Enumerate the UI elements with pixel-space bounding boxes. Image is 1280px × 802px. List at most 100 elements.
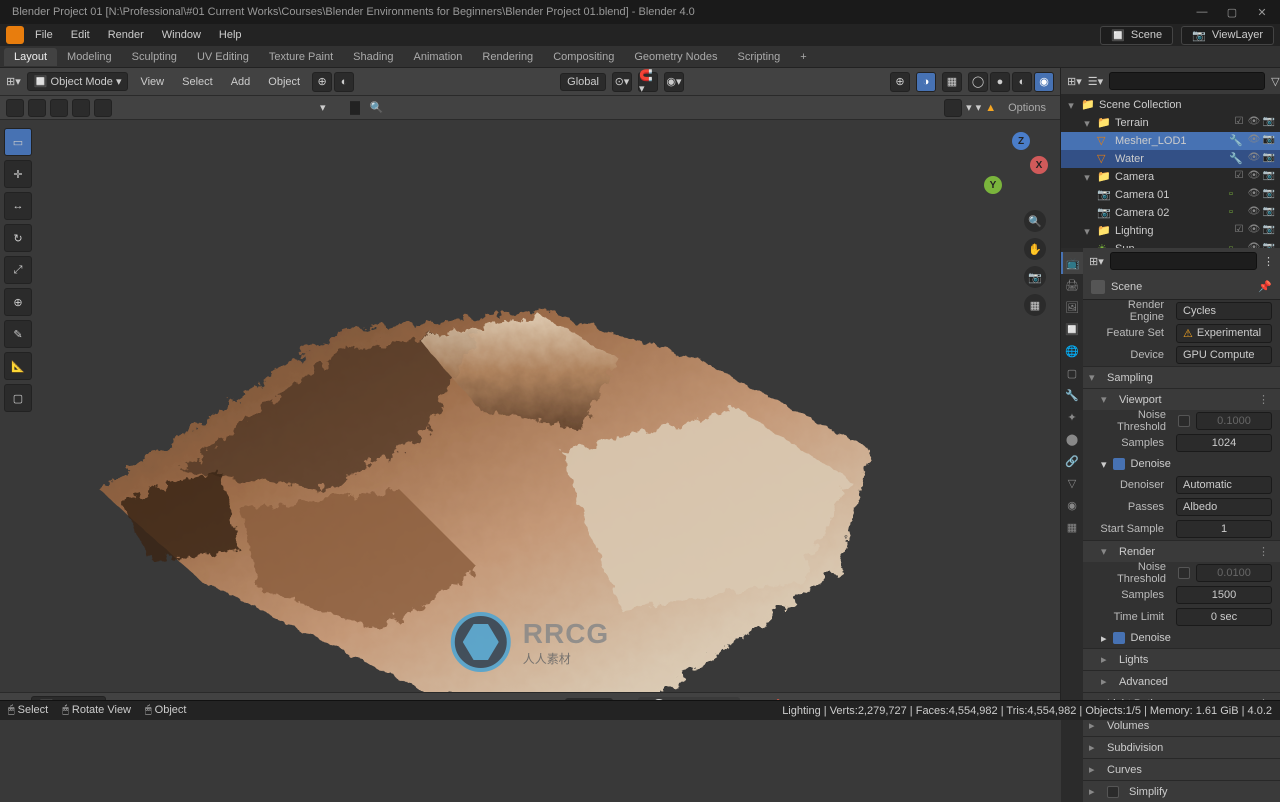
ptab-world[interactable]: 🌐 <box>1061 340 1083 362</box>
panel-opts-icon[interactable]: ⋮ <box>1258 545 1274 558</box>
r-noise-check[interactable] <box>1178 567 1190 579</box>
axis-x[interactable]: X <box>1030 156 1048 174</box>
panel-vp-denoise[interactable]: ▾Denoise <box>1083 454 1280 474</box>
ptab-particles[interactable]: ✦ <box>1061 406 1083 428</box>
options-dropdown[interactable]: Options <box>1000 100 1054 116</box>
axis-z[interactable]: Z <box>1012 132 1030 150</box>
scene-selector[interactable]: 🔲Scene <box>1100 26 1173 45</box>
ptab-texture[interactable]: ▦ <box>1061 516 1083 538</box>
panel-advanced[interactable]: ▸Advanced <box>1083 670 1280 692</box>
tab-compositing[interactable]: Compositing <box>543 48 624 66</box>
mode-select[interactable]: 🔲 Object Mode ▾ <box>27 72 129 91</box>
tool-move[interactable]: ↔ <box>4 192 32 220</box>
overlay-toggle-icon[interactable]: ◑ <box>916 72 936 92</box>
nav-camera-icon[interactable]: 📷 <box>1024 266 1046 288</box>
panel-r-denoise[interactable]: ▸Denoise <box>1083 628 1280 648</box>
outliner-mode-icon[interactable]: ☰▾ <box>1088 72 1103 90</box>
panel-simplify[interactable]: ▸Simplify <box>1083 780 1280 802</box>
r-samples-value[interactable]: 1500 <box>1176 586 1272 604</box>
sub-dd2[interactable]: ▾ <box>966 101 972 114</box>
props-opts-icon[interactable]: ⋮ <box>1263 255 1274 268</box>
vis-eye-icon[interactable]: 👁 <box>1247 206 1261 220</box>
sub-grp-5[interactable] <box>358 101 360 115</box>
sub-icon-4[interactable] <box>72 99 90 117</box>
tool-measure[interactable]: 📐 <box>4 352 32 380</box>
tree-camera-coll[interactable]: ▾📁Camera ☑👁📷 <box>1061 168 1280 186</box>
sub-icon-3[interactable] <box>50 99 68 117</box>
start-sample-value[interactable]: 1 <box>1176 520 1272 538</box>
sub-icon-2[interactable] <box>28 99 46 117</box>
shading-matprev-icon[interactable]: ◐ <box>1012 72 1032 92</box>
shading-wire-icon[interactable]: ◯ <box>968 72 988 92</box>
tree-sun[interactable]: ☀Sun▫ 👁📷 <box>1061 240 1280 248</box>
vis-render-icon[interactable]: 📷 <box>1262 152 1276 166</box>
ptab-material[interactable]: ◉ <box>1061 494 1083 516</box>
tab-rendering[interactable]: Rendering <box>472 48 543 66</box>
vp-noise-check[interactable] <box>1178 415 1190 427</box>
r-denoise-check[interactable] <box>1113 632 1125 644</box>
sub-dd3[interactable]: ▾ <box>976 101 982 114</box>
tab-layout[interactable]: Layout <box>4 48 57 66</box>
vis-render-icon[interactable]: 📷 <box>1262 224 1276 238</box>
maximize-button[interactable]: ▢ <box>1218 2 1246 22</box>
outliner-editor-icon[interactable]: ⊞▾ <box>1067 72 1082 90</box>
warning-icon[interactable]: ▲ <box>985 102 996 114</box>
tree-mesher[interactable]: ▽Mesher_LOD1🔧 👁📷 <box>1061 132 1280 150</box>
tab-sculpting[interactable]: Sculpting <box>122 48 187 66</box>
proportional-icon[interactable]: ◉▾ <box>664 72 684 92</box>
nav-pan-icon[interactable]: ✋ <box>1024 238 1046 260</box>
axis-y[interactable]: Y <box>984 176 1002 194</box>
vis-check-icon[interactable]: ☑ <box>1232 224 1246 238</box>
navigation-gizmo[interactable]: X Y Z <box>980 130 1050 200</box>
nav-persp-icon[interactable]: ▦ <box>1024 294 1046 316</box>
tree-camera-02[interactable]: 📷Camera 02▫ 👁📷 <box>1061 204 1280 222</box>
scene-crumb[interactable]: Scene <box>1111 281 1142 293</box>
vis-check-icon[interactable]: ☑ <box>1232 170 1246 184</box>
vis-render-icon[interactable]: 📷 <box>1262 134 1276 148</box>
pivot-icon[interactable]: ⊙▾ <box>612 72 632 92</box>
panel-opts-icon[interactable]: ⋮ <box>1258 393 1274 406</box>
panel-sampling[interactable]: ▾Sampling <box>1083 366 1280 388</box>
device-select[interactable]: GPU Compute <box>1176 346 1272 364</box>
vis-render-icon[interactable]: 📷 <box>1262 206 1276 220</box>
vp-samples-value[interactable]: 1024 <box>1176 434 1272 452</box>
nav-zoom-icon[interactable]: 🔍 <box>1024 210 1046 232</box>
editor-type-icon[interactable]: ⊞▾ <box>6 75 21 88</box>
tab-animation[interactable]: Animation <box>404 48 473 66</box>
close-button[interactable]: ✕ <box>1248 2 1276 22</box>
shading-render-icon[interactable]: ◉ <box>1034 72 1054 92</box>
vp-denoise-check[interactable] <box>1113 458 1125 470</box>
sub-icon-1[interactable] <box>6 99 24 117</box>
minimize-button[interactable]: — <box>1188 2 1216 22</box>
sub-icon-5[interactable] <box>94 99 112 117</box>
tab-modeling[interactable]: Modeling <box>57 48 122 66</box>
tab-add[interactable]: + <box>790 48 816 66</box>
ptab-modifier[interactable]: 🔧 <box>1061 384 1083 406</box>
menu-window[interactable]: Window <box>155 27 208 43</box>
ptab-render[interactable]: 📺 <box>1061 252 1083 274</box>
xray-icon[interactable]: ▦ <box>942 72 962 92</box>
vis-eye-icon[interactable]: 👁 <box>1247 224 1261 238</box>
tree-scene-collection[interactable]: ▾📁Scene Collection <box>1061 96 1280 114</box>
vis-eye-icon[interactable]: 👁 <box>1247 188 1261 202</box>
outliner-search[interactable] <box>1109 72 1265 90</box>
panel-subdivision[interactable]: ▸Subdivision <box>1083 736 1280 758</box>
props-search[interactable] <box>1110 252 1257 270</box>
denoiser-select[interactable]: Automatic <box>1176 476 1272 494</box>
props-editor-icon[interactable]: ⊞▾ <box>1089 255 1104 268</box>
menu-render[interactable]: Render <box>101 27 151 43</box>
feature-set-select[interactable]: ⚠Experimental <box>1176 324 1272 343</box>
vp-menu-select[interactable]: Select <box>176 74 219 90</box>
sub-dropdown[interactable]: ▾ <box>320 101 326 114</box>
vp-noise-value[interactable]: 0.1000 <box>1196 412 1272 430</box>
simplify-check[interactable] <box>1107 786 1119 798</box>
tree-lighting[interactable]: ▾📁Lighting ☑👁📷 <box>1061 222 1280 240</box>
tool-add-cube[interactable]: ▢ <box>4 384 32 412</box>
r-noise-value[interactable]: 0.0100 <box>1196 564 1272 582</box>
ptab-output[interactable]: 🖨 <box>1061 274 1083 296</box>
tree-terrain[interactable]: ▾📁Terrain ☑👁📷 <box>1061 114 1280 132</box>
vp-menu-add[interactable]: Add <box>225 74 257 90</box>
tree-water[interactable]: ▽Water🔧 👁📷 <box>1061 150 1280 168</box>
tool-rotate[interactable]: ↻ <box>4 224 32 252</box>
panel-render[interactable]: ▾Render⋮ <box>1083 540 1280 562</box>
